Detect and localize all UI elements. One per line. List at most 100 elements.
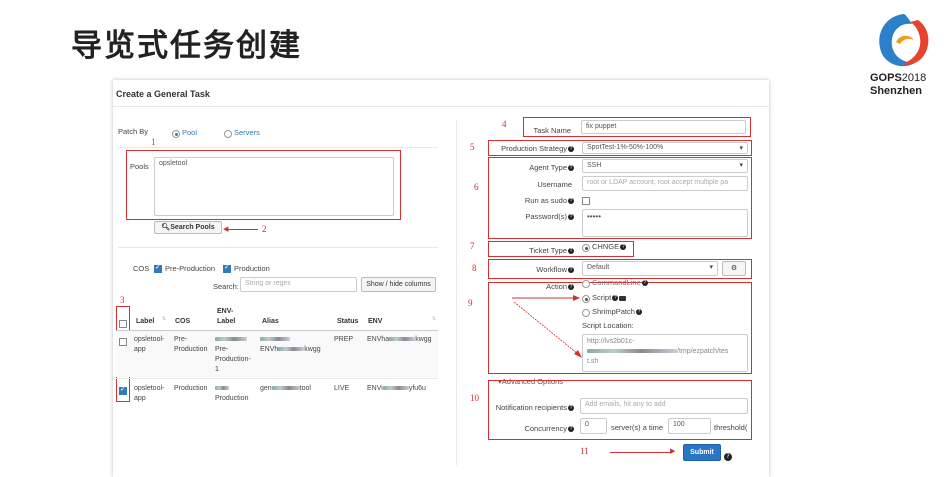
info-icon: ? <box>568 405 574 412</box>
password-label: Password(s)? <box>500 212 574 221</box>
action-script-text: Script <box>592 293 612 302</box>
row-1-cos-line-2: Production <box>174 346 208 353</box>
workflow-label-text: Workflow <box>536 265 567 274</box>
sort-env-icon[interactable]: ⇅ <box>432 316 436 322</box>
task-name-label: Task Name <box>533 126 571 135</box>
row-2-env-head: ENVi <box>367 385 383 392</box>
workflow-value: Default <box>587 264 610 271</box>
agent-type-select[interactable]: SSH ▾ <box>582 159 748 173</box>
cos-filter-label: COS <box>133 264 150 273</box>
submit-button[interactable]: Submit <box>683 444 721 461</box>
ticket-type-chnge-radio[interactable] <box>582 244 590 252</box>
annotation-10: 10 <box>470 393 479 403</box>
annotation-arrow-2 <box>226 229 258 230</box>
patch-by-servers-label[interactable]: Servers <box>234 128 260 137</box>
annotation-7: 7 <box>470 241 475 251</box>
info-icon: ? <box>568 426 574 433</box>
logo-brand: GOPS <box>870 72 902 84</box>
row-1-env-head: ENVha <box>367 336 390 343</box>
panel-title: Create a General Task <box>116 89 210 99</box>
col-header-env-label-2[interactable]: Label <box>217 318 235 325</box>
col-header-label[interactable]: Label <box>136 318 154 325</box>
notification-recipients-input[interactable]: Add emails, hit any to add <box>580 398 748 414</box>
redacted-mark <box>278 347 305 352</box>
task-name-input[interactable]: fix puppet <box>581 120 746 134</box>
submit-help[interactable]: ? <box>723 446 732 465</box>
select-all-checkbox[interactable] <box>119 320 127 328</box>
left-divider-1 <box>118 147 438 148</box>
agent-type-value: SSH <box>587 162 602 169</box>
annotation-4: 4 <box>502 119 507 129</box>
row-1-alias-head: ENVh <box>260 346 279 353</box>
notification-recipients-label: Notification recipients? <box>488 403 574 412</box>
ticket-type-value: CHNGE? <box>592 242 627 251</box>
production-strategy-select[interactable]: SpotTest-1%-50%-100% ▾ <box>582 142 748 154</box>
run-as-sudo-checkbox[interactable] <box>582 197 590 205</box>
password-value: ••••• <box>587 212 602 221</box>
row-1-env-label-line-2: Production- <box>215 356 251 363</box>
redacted-mark <box>389 337 416 342</box>
agent-type-label: Agent Type? <box>500 163 574 172</box>
slide-title: 导览式任务创建 <box>71 28 302 64</box>
patch-by-pool-label[interactable]: Pool <box>182 128 197 137</box>
filter-production-checkbox[interactable] <box>223 263 231 273</box>
row-1-env-label: Pre- Production- 1 <box>215 335 251 375</box>
info-icon: ? <box>568 198 574 205</box>
script-url-line-2: /tmp/ezpatch/tes <box>677 348 729 355</box>
search-pools-label: Search Pools <box>170 224 215 231</box>
col-header-env-label-1[interactable]: ENV- <box>217 308 233 315</box>
show-hide-columns-button[interactable]: Show / hide columns <box>361 277 436 292</box>
concurrency-label-text: Concurrency <box>524 424 567 433</box>
row-1-checkbox[interactable] <box>119 338 127 346</box>
patch-by-pool-radio[interactable] <box>172 130 180 138</box>
action-script-label: Script? <box>592 293 627 302</box>
filter-preproduction-checkbox[interactable] <box>154 263 162 273</box>
sort-label-icon[interactable]: ⇅ <box>162 316 166 322</box>
patch-by-servers-radio[interactable] <box>224 130 232 138</box>
threshold-input[interactable]: 100 <box>668 418 711 434</box>
filter-production-label: Production <box>234 264 270 273</box>
ticket-type-value-text: CHNGE <box>592 242 620 251</box>
redacted-mark <box>215 337 247 342</box>
production-strategy-value: SpotTest-1%-50%-100% <box>587 144 664 151</box>
col-header-cos[interactable]: COS <box>175 318 190 325</box>
concurrency-label: Concurrency? <box>500 424 574 433</box>
row-1-status: PREP <box>334 336 354 343</box>
annotation-2: 2 <box>262 224 267 234</box>
table-search-input[interactable]: String or regex <box>240 277 357 292</box>
notification-label-text: Notification recipients <box>495 403 567 412</box>
production-strategy-label-text: Production Strategy <box>501 144 567 153</box>
annotation-5: 5 <box>470 142 475 152</box>
folder-icon <box>619 295 627 301</box>
annotation-arrow-11 <box>610 452 672 453</box>
annotation-1: 1 <box>151 137 156 147</box>
row-2-env-tail: yfu6u <box>408 385 426 392</box>
col-header-env[interactable]: ENV <box>368 318 382 325</box>
logo-year: 2018 <box>901 72 927 84</box>
left-divider-2 <box>118 247 438 248</box>
script-location-textarea[interactable]: http://lvs2b01c- /tmp/ezpatch/tes t.sh <box>582 334 748 372</box>
annotation-8: 8 <box>472 263 477 273</box>
password-textarea[interactable]: ••••• <box>582 209 748 237</box>
workflow-settings-button[interactable]: ⚙ <box>722 261 746 276</box>
username-input[interactable]: root or LDAP account, root accept multip… <box>582 176 748 191</box>
concurrency-input[interactable]: 0 <box>580 418 607 434</box>
run-as-sudo-label-text: Run as sudo <box>524 196 567 205</box>
run-as-sudo-label: Run as sudo? <box>500 196 574 205</box>
row-2-checkbox[interactable] <box>119 385 127 395</box>
row-2-alias: gen tool <box>260 384 311 394</box>
logo-text: GOPS2018 Shenzhen <box>870 72 926 98</box>
col-header-status[interactable]: Status <box>337 318 358 325</box>
arrow-head-2-icon: ◀ <box>223 225 229 233</box>
pools-textarea[interactable]: opsletool <box>154 157 394 216</box>
col-header-alias[interactable]: Alias <box>262 318 279 325</box>
info-icon: ? <box>620 244 627 251</box>
annotation-6: 6 <box>474 182 479 192</box>
info-icon: ? <box>568 248 574 255</box>
row-1-alias-tail: kwgg <box>304 346 321 353</box>
workflow-select[interactable]: Default ▾ <box>582 261 718 276</box>
task-name-value: fix puppet <box>586 123 617 130</box>
info-icon: ? <box>612 295 619 302</box>
search-pools-button[interactable]: 🔍︎Search Pools <box>154 221 222 234</box>
info-icon: ? <box>568 267 574 274</box>
